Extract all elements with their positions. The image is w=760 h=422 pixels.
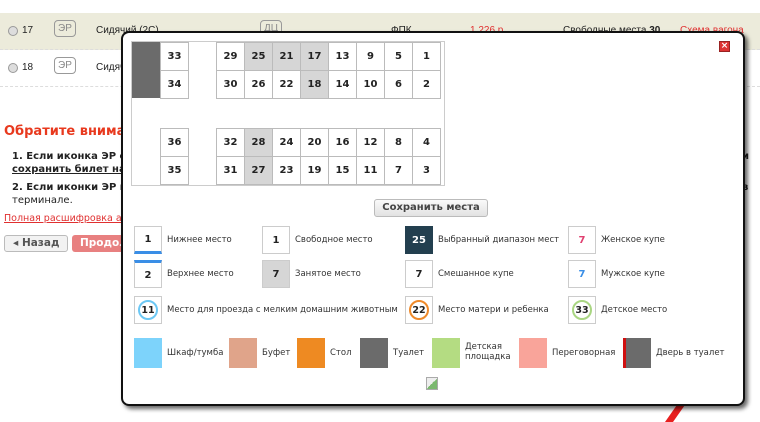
seat-5[interactable]: 5 — [384, 42, 413, 71]
seat-4[interactable]: 4 — [412, 128, 441, 157]
seat-15[interactable]: 15 — [328, 156, 357, 185]
swatch-label: Стол — [330, 348, 352, 358]
seat-3[interactable]: 3 — [412, 156, 441, 185]
swatch-5 — [519, 338, 547, 368]
seat-8[interactable]: 8 — [384, 128, 413, 157]
er-badge: ЭР — [54, 20, 76, 37]
save-seats-button[interactable]: Сохранить места — [374, 199, 488, 217]
swatch-2 — [297, 338, 325, 368]
seat-27: 27 — [244, 156, 273, 185]
seat-24[interactable]: 24 — [272, 128, 301, 157]
legend-label: Женское купе — [601, 235, 665, 245]
legend-label: Мужское купе — [601, 269, 665, 279]
legend-swatch: 1 — [134, 226, 162, 254]
train-number: 17 — [22, 25, 34, 36]
seat-32[interactable]: 32 — [216, 128, 245, 157]
swatch-label: Переговорная — [552, 348, 616, 358]
seat-14[interactable]: 14 — [328, 70, 357, 99]
legend-swatch: 7 — [405, 260, 433, 288]
swatch-label: Буфет — [262, 348, 291, 358]
seat-18: 18 — [300, 70, 329, 99]
legend-swatch: 33 — [568, 296, 596, 324]
seat-map: 33 29 25 21 17 13 9 5 1 34 30 26 22 18 14 10 6 2 36 32 28 24 2… — [131, 41, 445, 186]
seat-35[interactable]: 35 — [160, 156, 189, 185]
swatch-label: Дверь в туалет — [656, 348, 725, 358]
notice-item-1b: сохранить билет на — [12, 164, 126, 175]
legend-label: Занятое место — [295, 269, 361, 279]
swatch-0 — [134, 338, 162, 368]
seat-22[interactable]: 22 — [272, 70, 301, 99]
seat-6[interactable]: 6 — [384, 70, 413, 99]
swatch-label: Детская площадка — [465, 342, 511, 362]
back-button[interactable]: ◂ Назад — [4, 235, 68, 252]
seat-17: 17 — [300, 42, 329, 71]
swatch-1 — [229, 338, 257, 368]
train-number: 18 — [22, 62, 34, 73]
seat-20[interactable]: 20 — [300, 128, 329, 157]
notice-item-2b: терминале. — [12, 195, 73, 206]
seat-34[interactable]: 34 — [160, 70, 189, 99]
swatch-label: Туалет — [393, 348, 425, 358]
seat-12[interactable]: 12 — [356, 128, 385, 157]
legend-swatch: 22 — [405, 296, 433, 324]
seat-1[interactable]: 1 — [412, 42, 441, 71]
legend-swatch: 1 — [262, 226, 290, 254]
legend-label: Место для проезда с мелким домашним живо… — [167, 305, 398, 315]
legend-swatch: 11 — [134, 296, 162, 324]
seat-13[interactable]: 13 — [328, 42, 357, 71]
seat-19[interactable]: 19 — [300, 156, 329, 185]
broken-image-icon — [426, 377, 438, 390]
seat-16[interactable]: 16 — [328, 128, 357, 157]
legend-label: Выбранный диапазон мест — [438, 235, 560, 245]
seat-28: 28 — [244, 128, 273, 157]
seat-33[interactable]: 33 — [160, 42, 189, 71]
legend-label: Смешанное купе — [438, 269, 514, 279]
seat-21: 21 — [272, 42, 301, 71]
train-radio[interactable] — [8, 26, 18, 36]
swatch-label: Шкаф/тумба — [167, 348, 224, 358]
seat-23[interactable]: 23 — [272, 156, 301, 185]
seat-2[interactable]: 2 — [412, 70, 441, 99]
seat-10[interactable]: 10 — [356, 70, 385, 99]
legend-swatch: 7 — [568, 226, 596, 254]
seat-9[interactable]: 9 — [356, 42, 385, 71]
seat-29[interactable]: 29 — [216, 42, 245, 71]
er-badge: ЭР — [54, 57, 76, 74]
legend-swatch: 7 — [568, 260, 596, 288]
swatch-6 — [623, 338, 651, 368]
train-radio[interactable] — [8, 63, 18, 73]
seat-25: 25 — [244, 42, 273, 71]
legend-label: Верхнее место — [167, 269, 234, 279]
legend-label: Свободное место — [295, 235, 373, 245]
seat-26[interactable]: 26 — [244, 70, 273, 99]
legend-swatch: 7 — [262, 260, 290, 288]
swatch-3 — [360, 338, 388, 368]
swatch-4 — [432, 338, 460, 368]
close-icon[interactable]: × — [719, 41, 730, 52]
legend-label: Нижнее место — [167, 235, 232, 245]
seat-11[interactable]: 11 — [356, 156, 385, 185]
legend-swatch: 2 — [134, 260, 162, 288]
legend-label: Место матери и ребенка — [438, 305, 549, 315]
legend-label: Детское место — [601, 305, 668, 315]
toilet-block — [132, 42, 160, 98]
seat-30[interactable]: 30 — [216, 70, 245, 99]
seat-36[interactable]: 36 — [160, 128, 189, 157]
seat-7[interactable]: 7 — [384, 156, 413, 185]
seat-31[interactable]: 31 — [216, 156, 245, 185]
car-scheme-modal: × 33 29 25 21 17 13 9 5 1 34 30 26 22 18 14 10 6 2 36 32 28 2… — [121, 31, 745, 406]
legend-swatch: 25 — [405, 226, 433, 254]
